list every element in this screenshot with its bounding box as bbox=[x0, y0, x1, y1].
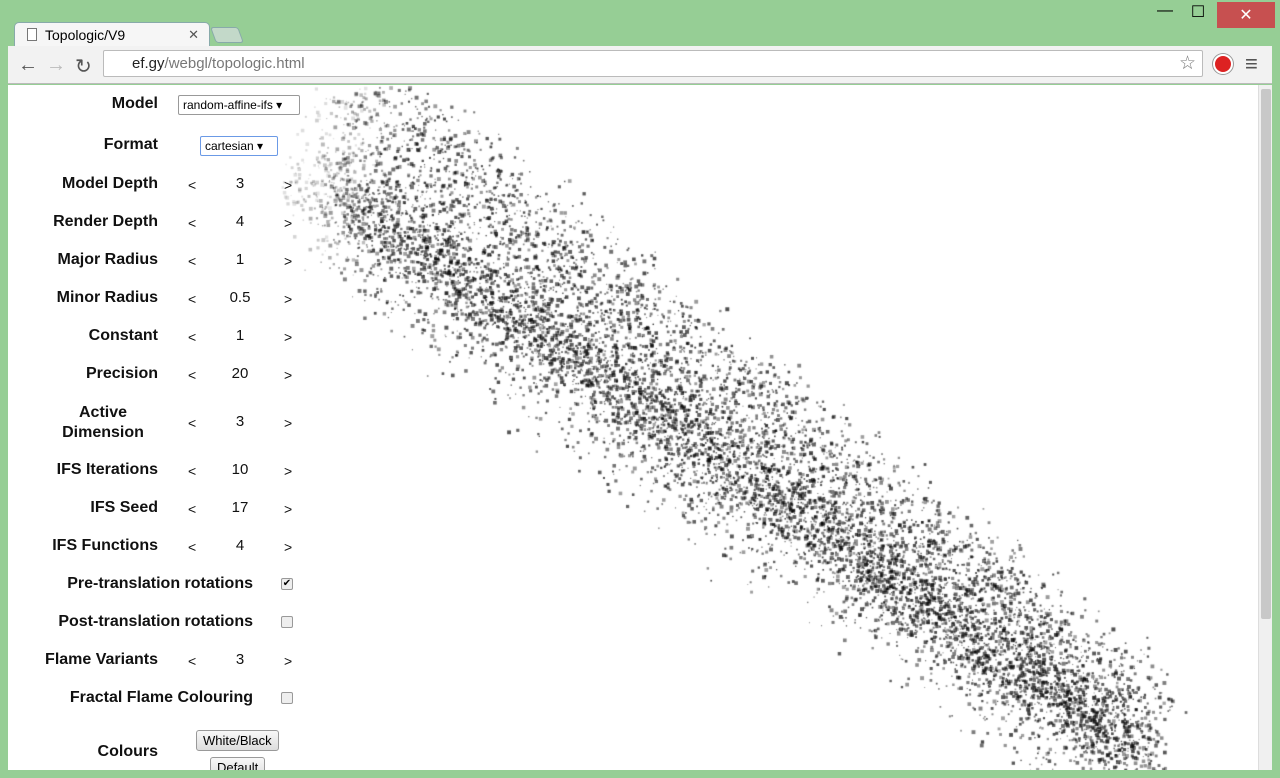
increment-button[interactable]: > bbox=[284, 215, 292, 231]
control-label: Precision bbox=[85, 365, 158, 382]
increment-button[interactable]: > bbox=[284, 253, 292, 269]
minimize-button[interactable]: — bbox=[1150, 2, 1180, 28]
control-label: Format bbox=[103, 136, 158, 153]
increment-button[interactable]: > bbox=[284, 415, 292, 431]
decrement-button[interactable]: < bbox=[188, 291, 196, 307]
control-label: IFS Iterations bbox=[56, 461, 158, 478]
control-label: Flame Variants bbox=[45, 651, 158, 668]
tab-title: Topologic/V9 bbox=[45, 27, 126, 43]
page-icon bbox=[27, 28, 37, 41]
scrollbar-thumb[interactable] bbox=[1261, 89, 1271, 619]
stepper-value: 4 bbox=[235, 537, 245, 554]
increment-button[interactable]: > bbox=[284, 463, 292, 479]
control-row: Model Depth bbox=[8, 175, 158, 195]
increment-button[interactable]: > bbox=[284, 291, 292, 307]
white-black-button[interactable]: White/Black bbox=[196, 730, 279, 751]
format-select[interactable]: cartesian ▾ bbox=[200, 136, 278, 156]
stepper-value: 4 bbox=[235, 213, 245, 230]
menu-icon[interactable]: ≡ bbox=[1245, 51, 1258, 77]
decrement-button[interactable]: < bbox=[188, 253, 196, 269]
adblock-icon[interactable] bbox=[1213, 54, 1233, 74]
forward-button[interactable]: → bbox=[46, 54, 66, 77]
stepper-value: 20 bbox=[231, 365, 249, 382]
control-label: Model Depth bbox=[62, 175, 158, 192]
flame_colouring-checkbox[interactable] bbox=[281, 692, 293, 704]
check-icon: ✔ bbox=[282, 578, 292, 589]
control-label: Active Dimension bbox=[62, 404, 144, 441]
address-bar[interactable]: ef.gy/webgl/topologic.html ☆ bbox=[103, 50, 1203, 77]
stepper-value: 10 bbox=[231, 461, 249, 478]
control-label: Post-translation rotations bbox=[58, 613, 253, 630]
decrement-button[interactable]: < bbox=[188, 539, 196, 555]
control-label: Render Depth bbox=[53, 213, 158, 230]
control-label: IFS Functions bbox=[52, 537, 158, 554]
stepper-value: 1 bbox=[235, 327, 245, 344]
browser-tab[interactable]: Topologic/V9 ✕ bbox=[14, 22, 210, 47]
control-label: Colours bbox=[97, 743, 158, 760]
increment-button[interactable]: > bbox=[284, 539, 292, 555]
control-row: Constant bbox=[8, 327, 158, 347]
control-row: Pre-translation rotations bbox=[8, 575, 253, 595]
control-row: IFS Seed bbox=[8, 499, 158, 519]
control-row: Active Dimension bbox=[8, 403, 158, 443]
control-row: Colours bbox=[8, 743, 158, 763]
stepper-value: 1 bbox=[235, 251, 245, 268]
decrement-button[interactable]: < bbox=[188, 463, 196, 479]
control-label: Major Radius bbox=[57, 251, 158, 268]
close-window-button[interactable]: ✕ bbox=[1217, 2, 1275, 28]
control-label: Pre-translation rotations bbox=[67, 575, 253, 592]
control-row: Render Depth bbox=[8, 213, 158, 233]
url-host: ef.gy bbox=[132, 55, 165, 72]
control-row: Fractal Flame Colouring bbox=[8, 689, 253, 709]
control-label: Fractal Flame Colouring bbox=[69, 689, 253, 706]
decrement-button[interactable]: < bbox=[188, 177, 196, 193]
format-value: cartesian bbox=[205, 139, 254, 153]
decrement-button[interactable]: < bbox=[188, 367, 196, 383]
model-select[interactable]: random-affine-ifs ▾ bbox=[178, 95, 300, 115]
control-row: Major Radius bbox=[8, 251, 158, 271]
control-label: Minor Radius bbox=[56, 289, 158, 306]
back-button[interactable]: ← bbox=[18, 54, 38, 77]
decrement-button[interactable]: < bbox=[188, 215, 196, 231]
stepper-value: 3 bbox=[235, 413, 245, 430]
increment-button[interactable]: > bbox=[284, 177, 292, 193]
decrement-button[interactable]: < bbox=[188, 415, 196, 431]
page-content: Model random-affine-ifs ▾ Format cartesian … bbox=[8, 85, 1272, 770]
control-row: IFS Functions bbox=[8, 537, 158, 557]
url-path: /webgl/topologic.html bbox=[164, 55, 305, 72]
control-row: Minor Radius bbox=[8, 289, 158, 309]
maximize-button[interactable]: ☐ bbox=[1183, 2, 1213, 28]
stepper-value: 17 bbox=[231, 499, 249, 516]
control-row: Model bbox=[8, 95, 158, 115]
control-row: Format bbox=[8, 136, 158, 156]
stepper-value: 3 bbox=[235, 651, 245, 668]
scrollbar[interactable] bbox=[1258, 85, 1272, 770]
control-label: Constant bbox=[88, 327, 158, 344]
post_rotations-checkbox[interactable] bbox=[281, 616, 293, 628]
new-tab-button[interactable] bbox=[210, 27, 244, 43]
reload-button[interactable]: ↻ bbox=[75, 54, 92, 79]
control-label: IFS Seed bbox=[90, 499, 158, 516]
control-row: Precision bbox=[8, 365, 158, 385]
increment-button[interactable]: > bbox=[284, 653, 292, 669]
increment-button[interactable]: > bbox=[284, 367, 292, 383]
stepper-value: 0.5 bbox=[229, 289, 251, 306]
decrement-button[interactable]: < bbox=[188, 653, 196, 669]
decrement-button[interactable]: < bbox=[188, 329, 196, 345]
control-row: IFS Iterations bbox=[8, 461, 158, 481]
pre_rotations-checkbox[interactable]: ✔ bbox=[281, 578, 293, 590]
increment-button[interactable]: > bbox=[284, 501, 292, 517]
control-row: Flame Variants bbox=[8, 651, 158, 671]
browser-toolbar: ← → ↻ ef.gy/webgl/topologic.html ☆ ≡ bbox=[8, 46, 1272, 84]
star-icon[interactable]: ☆ bbox=[1179, 52, 1196, 75]
increment-button[interactable]: > bbox=[284, 329, 292, 345]
control-row: Post-translation rotations bbox=[8, 613, 253, 633]
model-value: random-affine-ifs bbox=[183, 98, 273, 112]
stepper-value: 3 bbox=[235, 175, 245, 192]
default-button[interactable]: Default bbox=[210, 757, 266, 770]
control-label: Model bbox=[111, 95, 158, 112]
tab-close-icon[interactable]: ✕ bbox=[188, 27, 199, 43]
decrement-button[interactable]: < bbox=[188, 501, 196, 517]
